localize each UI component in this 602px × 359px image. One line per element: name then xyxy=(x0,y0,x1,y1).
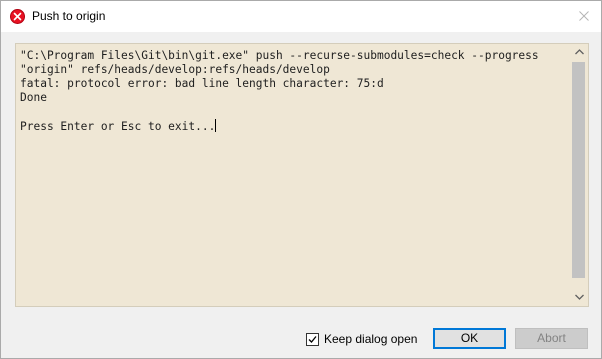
console-output[interactable]: "C:\Program Files\Git\bin\git.exe" push … xyxy=(15,43,589,307)
console-line: "origin" refs/heads/develop:refs/heads/d… xyxy=(20,63,330,76)
console-line: Done xyxy=(20,91,47,104)
scroll-down-button[interactable] xyxy=(571,289,588,306)
chevron-down-icon xyxy=(575,294,584,300)
chevron-up-icon xyxy=(575,49,584,55)
push-dialog-window: Push to origin "C:\Program Files\Git\bin… xyxy=(0,0,602,359)
dialog-footer: Keep dialog open OK Abort xyxy=(1,319,601,358)
keep-dialog-open-label: Keep dialog open xyxy=(324,332,418,346)
window-title: Push to origin xyxy=(32,9,106,23)
console-line: fatal: protocol error: bad line length c… xyxy=(20,77,384,90)
text-cursor xyxy=(215,119,217,132)
checkbox-box[interactable] xyxy=(306,332,319,346)
console-line: Press Enter or Esc to exit... xyxy=(20,120,216,133)
scroll-thumb[interactable] xyxy=(572,62,585,278)
title-bar: Push to origin xyxy=(1,1,601,32)
checkmark-icon xyxy=(308,335,317,343)
console-line: "C:\Program Files\Git\bin\git.exe" push … xyxy=(20,49,539,62)
ok-button[interactable]: OK xyxy=(433,328,506,349)
vertical-scrollbar[interactable] xyxy=(571,44,588,306)
keep-dialog-open-checkbox[interactable]: Keep dialog open xyxy=(306,331,417,347)
console-text: "C:\Program Files\Git\bin\git.exe" push … xyxy=(20,49,568,134)
close-button[interactable] xyxy=(567,1,601,32)
console-prompt-line: Press Enter or Esc to exit... xyxy=(20,119,568,134)
close-icon xyxy=(579,11,589,21)
scroll-up-button[interactable] xyxy=(571,44,588,61)
error-icon xyxy=(10,9,25,24)
abort-button[interactable]: Abort xyxy=(515,328,588,349)
